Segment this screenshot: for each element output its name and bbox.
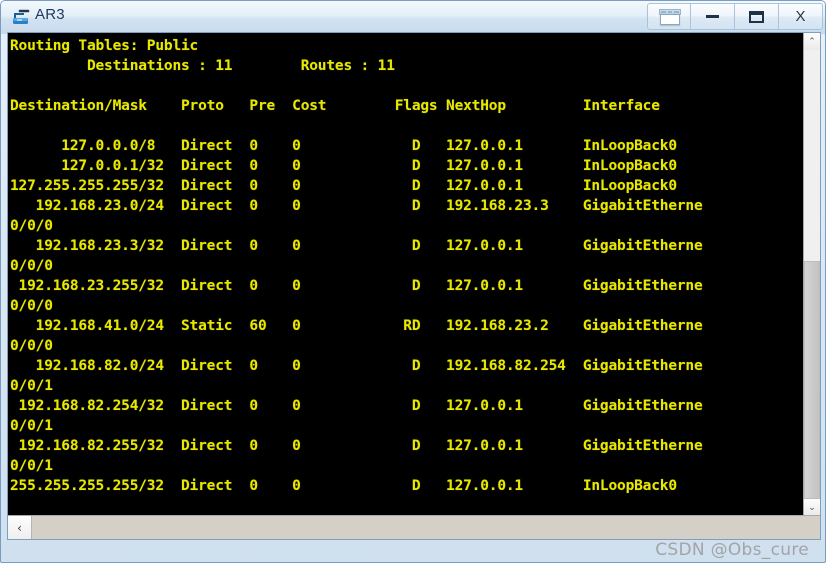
- window-list-button[interactable]: [647, 3, 691, 30]
- terminal-output: Routing Tables: Public Destinations : 11…: [10, 36, 703, 516]
- minimize-button[interactable]: [691, 3, 735, 30]
- title-bar[interactable]: AR3 X: [1, 1, 826, 34]
- vertical-scrollbar[interactable]: ⌃ ⌄: [803, 33, 820, 516]
- minimize-icon: [691, 4, 734, 29]
- close-button[interactable]: X: [779, 3, 823, 30]
- terminal-screen[interactable]: Routing Tables: Public Destinations : 11…: [8, 33, 803, 516]
- close-icon: X: [779, 4, 822, 29]
- terminal-area: Routing Tables: Public Destinations : 11…: [7, 32, 821, 540]
- scroll-left-arrow[interactable]: ‹: [8, 516, 32, 539]
- terminal-window: AR3 X Routing Tables: Public Destina: [0, 0, 826, 563]
- vertical-scroll-thumb[interactable]: [804, 261, 820, 499]
- horizontal-scroll-track[interactable]: [33, 516, 820, 539]
- window-title: AR3: [35, 6, 65, 23]
- window-controls: X: [647, 3, 823, 31]
- watermark: CSDN @Obs_cure: [655, 540, 809, 560]
- window-list-icon: [659, 9, 681, 26]
- maximize-icon: [735, 4, 778, 29]
- scroll-down-arrow[interactable]: ⌄: [804, 499, 820, 516]
- scroll-up-arrow[interactable]: ⌃: [804, 33, 820, 50]
- router-icon: [11, 7, 31, 27]
- horizontal-scrollbar[interactable]: ‹: [8, 515, 820, 539]
- maximize-button[interactable]: [735, 3, 779, 30]
